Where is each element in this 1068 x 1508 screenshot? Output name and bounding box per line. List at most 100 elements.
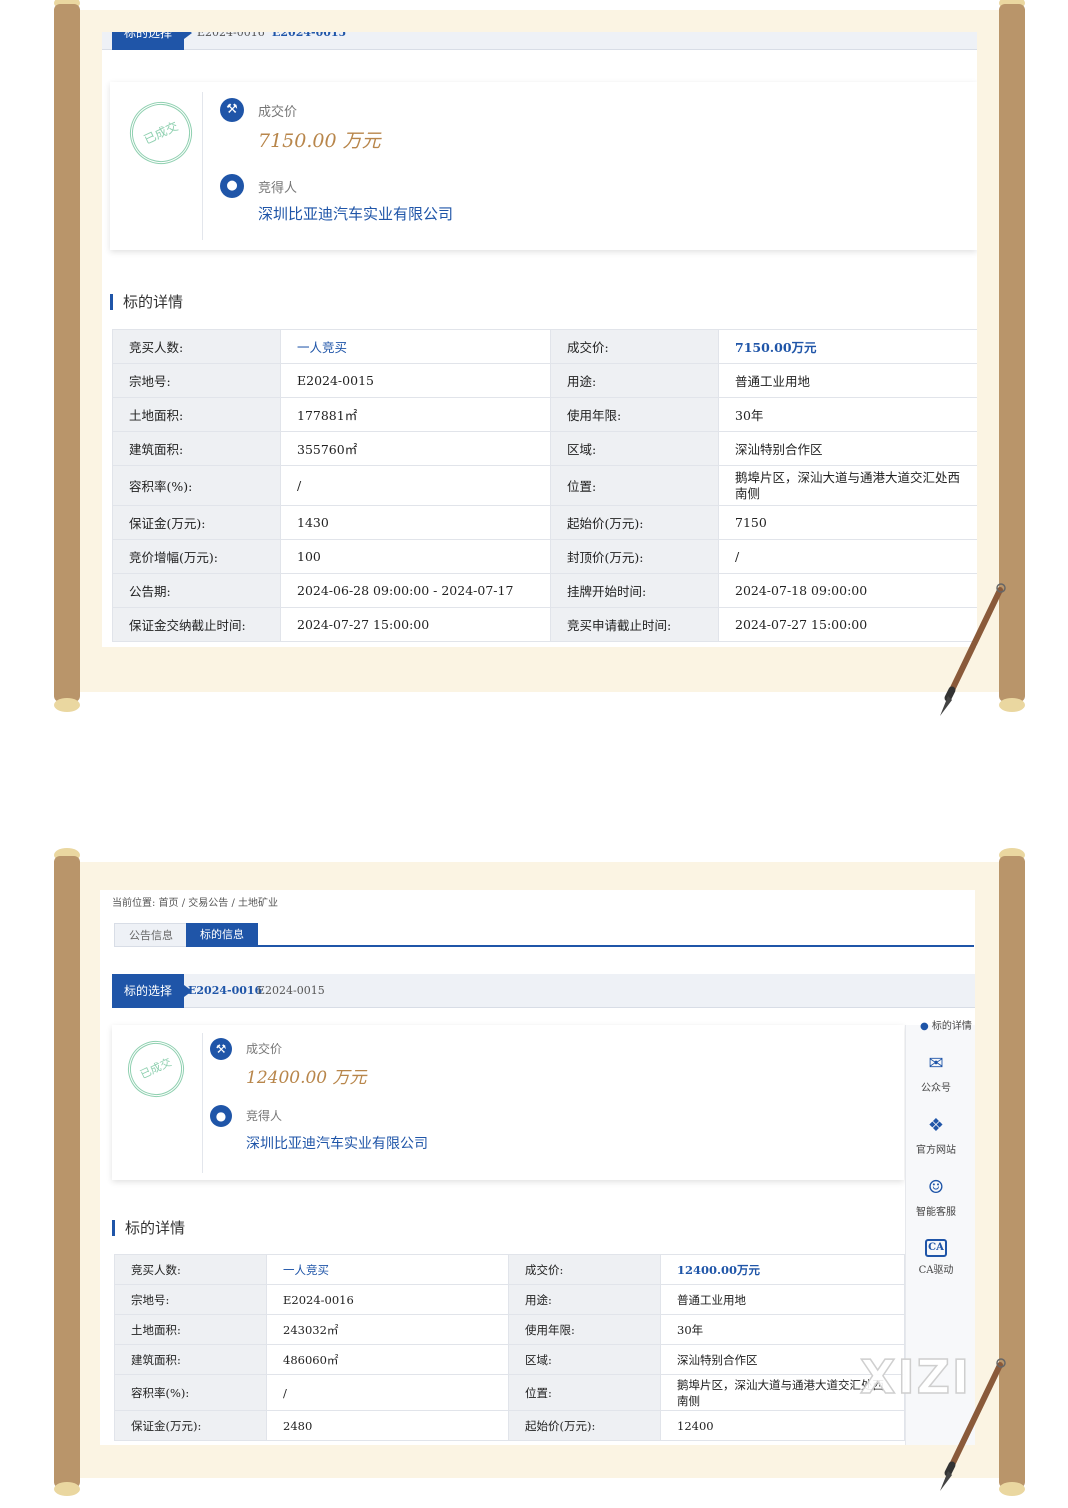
- lot-tab-e2024-0016[interactable]: E2024-0016: [197, 32, 265, 50]
- result-card: 已成交 ⚒ 成交价 12400.00 万元 ● 竞得人 深圳比亚迪汽车实业有限公…: [112, 1025, 904, 1180]
- screenshot-panel: 标的选择 E2024-0016 E2024-0015 已成交 ⚒ 成交价 715…: [102, 32, 977, 647]
- field-value: 深汕特别合作区: [718, 431, 977, 466]
- field-label: 挂牌开始时间:: [550, 573, 719, 608]
- field-label: 宗地号:: [114, 1284, 267, 1315]
- tab-lot-select[interactable]: 标的选择: [112, 32, 193, 50]
- website-icon: ❖: [927, 1115, 945, 1136]
- field-value: 243032㎡: [266, 1314, 509, 1345]
- divider: [202, 92, 203, 240]
- ca-card-icon: CA: [925, 1239, 947, 1257]
- table-row: 土地面积: 243032㎡ 使用年限: 30年: [114, 1314, 905, 1345]
- field-label: 宗地号:: [112, 363, 281, 398]
- scroll-frame-bottom: 当前位置: 首页 / 交易公告 / 土地矿业 公告信息 标的信息 标的选择 E2…: [50, 848, 1030, 1500]
- table-row: 竞买人数: 一人竞买 成交价: 12400.00万元: [114, 1254, 905, 1285]
- field-value: 100: [280, 539, 551, 574]
- field-label: 容积率(%):: [114, 1374, 267, 1411]
- field-label: 用途:: [550, 363, 719, 398]
- scroll-rod-left: [54, 856, 80, 1488]
- field-value: /: [718, 539, 977, 574]
- field-label: 用途:: [508, 1284, 661, 1315]
- tab-lot-info[interactable]: 标的信息: [186, 923, 258, 947]
- lot-tab-e2024-0016[interactable]: E2024-0016: [188, 974, 262, 1008]
- field-value: 12400.00万元: [660, 1254, 905, 1285]
- field-value: 30年: [660, 1314, 905, 1345]
- table-row: 公告期: 2024-06-28 09:00:00 - 2024-07-17 挂牌开始…: [112, 573, 977, 608]
- field-value: 355760㎡: [280, 431, 551, 466]
- sidebar-item-ca-driver[interactable]: CA CA驱动: [906, 1239, 966, 1276]
- rod-cap: [54, 1482, 80, 1496]
- sidebar-item-wechat[interactable]: ✉ 公众号: [906, 1053, 966, 1094]
- table-row: 容积率(%): / 位置: 鹅埠片区，深汕大道与通港大道交汇处西南侧: [114, 1374, 905, 1411]
- winner-name[interactable]: 深圳比亚迪汽车实业有限公司: [246, 1133, 428, 1153]
- field-label: 位置:: [508, 1374, 661, 1411]
- field-label: 建筑面积:: [114, 1344, 267, 1375]
- table-row: 保证金(万元): 2480 起始价(万元): 12400: [114, 1410, 905, 1441]
- field-value: 一人竞买: [280, 329, 551, 364]
- page-tabs: 公告信息 标的信息: [114, 923, 974, 947]
- price-label: 成交价: [246, 1042, 283, 1056]
- field-value: 12400: [660, 1410, 905, 1441]
- screenshot-panel: 当前位置: 首页 / 交易公告 / 土地矿业 公告信息 标的信息 标的选择 E2…: [100, 890, 975, 1445]
- sold-stamp-icon: 已成交: [118, 1031, 194, 1107]
- deal-price: 12400.00 万元: [246, 1068, 367, 1088]
- field-label: 成交价:: [508, 1254, 661, 1285]
- field-value: /: [266, 1374, 509, 1411]
- field-label: 位置:: [550, 465, 719, 506]
- sidebar-item-website[interactable]: ❖ 官方网站: [906, 1115, 966, 1156]
- tab-lot-select[interactable]: 标的选择: [112, 974, 193, 1008]
- table-row: 建筑面积: 355760㎡ 区域: 深汕特别合作区: [112, 431, 977, 466]
- field-value: 1430: [280, 505, 551, 540]
- divider: [202, 1033, 203, 1173]
- field-value: 鹅埠片区，深汕大道与通港大道交汇处西南侧: [718, 465, 977, 506]
- user-icon: ●: [220, 174, 244, 198]
- field-label: 公告期:: [112, 573, 281, 608]
- field-label: 封顶价(万元):: [550, 539, 719, 574]
- field-label: 竞买人数:: [114, 1254, 267, 1285]
- field-label: 竞价增幅(万元):: [112, 539, 281, 574]
- table-row: 宗地号: E2024-0015 用途: 普通工业用地: [112, 363, 977, 398]
- field-value: E2024-0015: [280, 363, 551, 398]
- winner-name[interactable]: 深圳比亚迪汽车实业有限公司: [258, 203, 453, 224]
- lot-tab-bar: 标的选择 E2024-0016 E2024-0015: [112, 974, 975, 1008]
- brush-icon: [940, 1358, 1006, 1491]
- field-value: 普通工业用地: [660, 1284, 905, 1315]
- lot-tab-e2024-0015[interactable]: E2024-0015: [257, 974, 325, 1008]
- robot-icon: ☺: [927, 1177, 945, 1198]
- table-row: 容积率(%): / 位置: 鹅埠片区，深汕大道与通港大道交汇处西南侧: [112, 465, 977, 506]
- winner-label: 竞得人: [258, 181, 298, 196]
- field-value: 30年: [718, 397, 977, 432]
- table-row: 保证金(万元): 1430 起始价(万元): 7150: [112, 505, 977, 540]
- section-title: 标的详情: [112, 1220, 185, 1236]
- sidebar-item-chatbot[interactable]: ☺ 智能客服: [906, 1177, 966, 1218]
- tab-announcement[interactable]: 公告信息: [114, 923, 188, 947]
- field-label: 容积率(%):: [112, 465, 281, 506]
- table-row: 宗地号: E2024-0016 用途: 普通工业用地: [114, 1284, 905, 1315]
- sold-stamp-icon: 已成交: [119, 91, 203, 175]
- field-value: 2024-06-28 09:00:00 - 2024-07-17: [280, 573, 551, 608]
- field-label: 保证金交纳截止时间:: [112, 607, 281, 642]
- field-label: 土地面积:: [112, 397, 281, 432]
- section-title: 标的详情: [110, 294, 183, 310]
- result-card: 已成交 ⚒ 成交价 7150.00 万元 ● 竞得人 深圳比亚迪汽车实业有限公司: [110, 82, 977, 250]
- lot-tab-e2024-0015[interactable]: E2024-0015: [272, 32, 346, 50]
- lot-tab-bar: 标的选择 E2024-0016 E2024-0015: [102, 32, 977, 50]
- field-label: 保证金(万元):: [112, 505, 281, 540]
- field-label: 起始价(万元):: [508, 1410, 661, 1441]
- rod-cap: [54, 698, 80, 712]
- field-label: 建筑面积:: [112, 431, 281, 466]
- field-label: 使用年限:: [550, 397, 719, 432]
- pin-icon: ●: [920, 1021, 929, 1032]
- field-value: 2480: [266, 1410, 509, 1441]
- scroll-frame-top: 标的选择 E2024-0016 E2024-0015 已成交 ⚒ 成交价 715…: [50, 0, 1030, 720]
- field-label: 起始价(万元):: [550, 505, 719, 540]
- gavel-icon: ⚒: [210, 1038, 232, 1060]
- table-row: 建筑面积: 486060㎡ 区域: 深汕特别合作区: [114, 1344, 905, 1375]
- field-label: 使用年限:: [508, 1314, 661, 1345]
- wechat-icon: ✉: [928, 1053, 944, 1074]
- field-value: 7150: [718, 505, 977, 540]
- field-value: /: [280, 465, 551, 506]
- field-label: 保证金(万元):: [114, 1410, 267, 1441]
- detail-table: 竞买人数: 一人竞买 成交价: 7150.00万元 宗地号: E2024-0015 用途: 普…: [112, 329, 977, 642]
- field-label: 区域:: [550, 431, 719, 466]
- user-icon: ●: [210, 1105, 232, 1127]
